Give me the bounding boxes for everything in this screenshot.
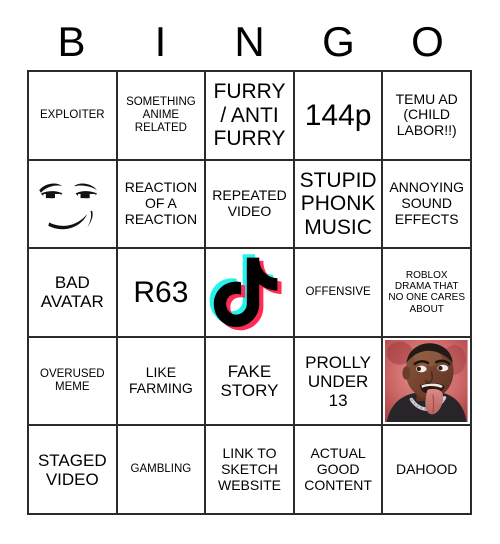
bingo-cell-n3[interactable] [206, 249, 295, 338]
bingo-cell-label: LINK TO SKETCH WEBSITE [217, 445, 281, 493]
bingo-cell-b4[interactable]: OVERUSED MEME [29, 337, 118, 427]
bingo-cell-label: ACTUAL GOOD CONTENT [304, 445, 372, 493]
bingo-cell-o3[interactable]: ROBLOX DRAMA THAT NO ONE CARES ABOUT [383, 249, 472, 338]
bingo-cell-label: LIKE FARMING [129, 364, 193, 397]
bingo-header-letter-n: N [234, 18, 265, 65]
bingo-cell-image-tongue-out-man-photo [385, 339, 468, 423]
bingo-cell-label: STUPID PHONK MUSIC [299, 168, 377, 239]
tiktok-logo-icon [209, 254, 282, 331]
bingo-cell-i4[interactable]: LIKE FARMING [117, 337, 207, 427]
bingo-cell-label: ROBLOX DRAMA THAT NO ONE CARES ABOUT [388, 270, 466, 315]
bingo-cell-b1[interactable]: EXPLOITER [29, 72, 118, 161]
bingo-cell-label: DAHOOD [395, 460, 458, 477]
bingo-header: BINGO [27, 14, 472, 70]
bingo-cell-g5[interactable]: ACTUAL GOOD CONTENT [294, 426, 384, 515]
bingo-cell-label: ANNOYING SOUND EFFECTS [389, 179, 465, 227]
bingo-cell-g3[interactable]: OFFENSIVE [294, 249, 384, 338]
bingo-cell-label: PROLLY UNDER 13 [305, 352, 371, 410]
bingo-cell-label: REACTION OF A REACTION [124, 179, 198, 227]
bingo-cell-g4[interactable]: PROLLY UNDER 13 [294, 337, 384, 427]
bingo-cell-b5[interactable]: STAGED VIDEO [29, 426, 118, 515]
bingo-card: B I N G O EXPLOITER SOMETHING ANIME RELATED FU… [0, 0, 500, 544]
bingo-cell-n2[interactable]: REPEATED VIDEO [206, 160, 295, 250]
bingo-cell-label: BAD AVATAR [40, 273, 104, 312]
bingo-cell-o1[interactable]: TEMU AD (CHILD LABOR!!) [383, 72, 472, 161]
bingo-header-letter-b: B [57, 18, 86, 65]
bingo-cell-label: FAKE STORY [220, 362, 279, 401]
bingo-cell-b3[interactable]: BAD AVATAR [29, 249, 118, 338]
bingo-cell-n5[interactable]: LINK TO SKETCH WEBSITE [206, 426, 295, 515]
bingo-cell-n1[interactable]: FURRY / ANTI FURRY [206, 72, 295, 161]
roblox-man-face-icon [39, 183, 98, 229]
bingo-cell-label: TEMU AD (CHILD LABOR!!) [395, 90, 458, 139]
bingo-header-letter-o: O [411, 18, 444, 65]
bingo-grid: EXPLOITER SOMETHING ANIME RELATED FURRY / … [27, 70, 472, 515]
bingo-cell-o4[interactable] [383, 337, 472, 427]
bingo-cell-label: STAGED VIDEO [37, 450, 107, 489]
bingo-header-letter-g: G [322, 18, 355, 65]
bingo-cell-i1[interactable]: SOMETHING ANIME RELATED [117, 72, 207, 161]
bingo-cell-label: R63 [133, 275, 189, 309]
bingo-cell-label: 144p [304, 98, 372, 132]
bingo-cell-image-roblox-man-face [31, 163, 114, 246]
bingo-cell-label: FURRY / ANTI FURRY [213, 80, 286, 151]
bingo-cell-g2[interactable]: STUPID PHONK MUSIC [294, 160, 384, 250]
bingo-cell-label: OFFENSIVE [305, 286, 371, 299]
bingo-cell-i2[interactable]: REACTION OF A REACTION [117, 160, 207, 250]
bingo-cell-n4[interactable]: FAKE STORY [206, 337, 295, 427]
tongue-out-man-photo [385, 339, 468, 423]
bingo-cell-label: OVERUSED MEME [40, 368, 105, 394]
bingo-cell-image-tiktok-logo [208, 251, 291, 334]
bingo-cell-i5[interactable]: GAMBLING [117, 426, 207, 515]
bingo-header-letter-i: I [154, 18, 167, 65]
bingo-cell-g1[interactable]: 144p [294, 72, 384, 161]
bingo-cell-label: REPEATED VIDEO [212, 187, 287, 219]
bingo-cell-o2[interactable]: ANNOYING SOUND EFFECTS [383, 160, 472, 250]
bingo-cell-label: EXPLOITER [40, 108, 105, 121]
bingo-cell-o5[interactable]: DAHOOD [383, 426, 472, 515]
bingo-cell-label: GAMBLING [130, 463, 192, 476]
bingo-cell-label: SOMETHING ANIME RELATED [126, 95, 196, 134]
bingo-cell-i3[interactable]: R63 [117, 249, 207, 338]
bingo-cell-b2[interactable] [29, 160, 118, 250]
